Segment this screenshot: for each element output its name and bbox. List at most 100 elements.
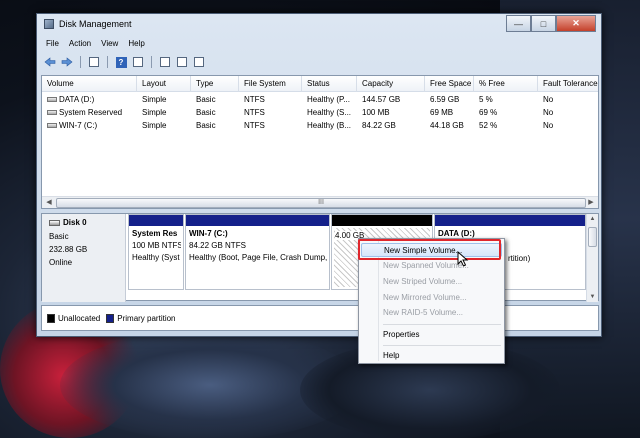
- title-bar[interactable]: Disk Management — □ ✕: [37, 14, 601, 34]
- properties-icon: [177, 57, 187, 67]
- menu-separator: [383, 324, 501, 325]
- column-header-volume[interactable]: Volume: [42, 76, 137, 92]
- vertical-scrollbar[interactable]: ▲ ▼: [586, 214, 598, 302]
- menu-item-new-striped-volume[interactable]: New Striped Volume...: [361, 275, 502, 289]
- free-space-cell: 6.59 GB: [430, 95, 460, 104]
- scroll-up-icon[interactable]: ▲: [587, 214, 598, 224]
- primary-partition-bar: [186, 215, 329, 226]
- minimize-button[interactable]: —: [506, 15, 531, 32]
- show-hide-console-tree-button[interactable]: [87, 56, 101, 69]
- file-system-cell: NTFS: [244, 95, 265, 104]
- free-space-cell: 44.18 GB: [430, 121, 464, 130]
- volume-list-header: Volume Layout Type File System Status Ca…: [42, 76, 598, 92]
- file-system-cell: NTFS: [244, 108, 265, 117]
- column-header-capacity[interactable]: Capacity: [357, 76, 425, 92]
- menu-help[interactable]: Help: [123, 38, 149, 52]
- menu-item-new-spanned-volume[interactable]: New Spanned Volume...: [361, 259, 502, 273]
- menu-item-new-raid5-volume[interactable]: New RAID-5 Volume...: [361, 306, 502, 320]
- menu-item-properties[interactable]: Properties: [361, 328, 502, 342]
- volume-name-cell: DATA (D:): [42, 93, 137, 106]
- drive-icon: [47, 97, 57, 103]
- volume-name-cell: WIN-7 (C:): [42, 119, 137, 132]
- mouse-cursor-icon: [457, 251, 469, 267]
- partition-system-reserved[interactable]: System Res 100 MB NTFS Healthy (Syst: [128, 214, 184, 290]
- arrow-left-icon: [44, 57, 56, 67]
- window-title: Disk Management: [59, 19, 132, 29]
- primary-partition-bar: [435, 215, 585, 226]
- scroll-right-icon[interactable]: ▶: [585, 198, 597, 208]
- toolbar-separator: [151, 56, 152, 68]
- column-header-fault-tolerance[interactable]: Fault Tolerance: [538, 76, 600, 92]
- horizontal-scrollbar[interactable]: ◀ III ▶: [42, 196, 598, 208]
- layout-cell: Simple: [142, 121, 167, 130]
- disk-name: Disk 0: [49, 218, 87, 227]
- scrollbar-thumb[interactable]: III: [56, 198, 586, 208]
- scroll-down-icon[interactable]: ▼: [587, 292, 598, 302]
- file-system-cell: NTFS: [244, 121, 265, 130]
- scrollbar-thumb[interactable]: [588, 227, 597, 247]
- partition-status: Healthy (Boot, Page File, Crash Dump,: [189, 253, 327, 262]
- console-tree-icon: [89, 57, 99, 67]
- free-space-cell: 69 MB: [430, 108, 454, 117]
- disk-management-window: Disk Management — □ ✕ File Action View H…: [36, 13, 602, 337]
- menu-separator: [383, 345, 501, 346]
- type-cell: Basic: [196, 121, 216, 130]
- properties-button[interactable]: [175, 56, 189, 69]
- menu-view[interactable]: View: [96, 38, 123, 52]
- disk-0-info[interactable]: Disk 0 Basic 232.88 GB Online: [42, 214, 126, 302]
- menu-bar: File Action View Help: [41, 38, 599, 52]
- arrow-right-icon: [61, 57, 73, 67]
- list-view-icon: [133, 57, 143, 67]
- partition-title: WIN-7 (C:): [189, 229, 228, 238]
- column-header-file-system[interactable]: File System: [239, 76, 302, 92]
- grid-icon: [194, 57, 204, 67]
- column-header-free-space[interactable]: Free Space: [425, 76, 474, 92]
- table-row[interactable]: DATA (D:) Simple Basic NTFS Healthy (P..…: [42, 93, 598, 106]
- partition-size: 84.22 GB NTFS: [189, 241, 246, 250]
- partition-title: DATA (D:): [438, 229, 475, 238]
- partition-title: System Res: [132, 229, 178, 238]
- partition-win7-c[interactable]: WIN-7 (C:) 84.22 GB NTFS Healthy (Boot, …: [185, 214, 330, 290]
- list-view-button[interactable]: [131, 56, 145, 69]
- document-icon: [160, 57, 170, 67]
- drive-icon: [47, 110, 57, 116]
- column-header-type[interactable]: Type: [191, 76, 239, 92]
- status-cell: Healthy (S...: [307, 108, 352, 117]
- percent-free-cell: 69 %: [479, 108, 498, 117]
- settings-button[interactable]: [192, 56, 206, 69]
- column-header-layout[interactable]: Layout: [137, 76, 191, 92]
- capacity-cell: 100 MB: [362, 108, 390, 117]
- capacity-cell: 84.22 GB: [362, 121, 396, 130]
- partition-status: Healthy (Syst: [132, 253, 180, 262]
- column-header-status[interactable]: Status: [302, 76, 357, 92]
- table-row[interactable]: System Reserved Simple Basic NTFS Health…: [42, 106, 598, 119]
- scroll-left-icon[interactable]: ◀: [43, 198, 55, 208]
- menu-file[interactable]: File: [41, 38, 64, 52]
- status-cell: Healthy (P...: [307, 95, 350, 104]
- maximize-button[interactable]: □: [531, 15, 556, 32]
- menu-item-new-mirrored-volume[interactable]: New Mirrored Volume...: [361, 291, 502, 305]
- percent-free-cell: 52 %: [479, 121, 498, 130]
- help-button[interactable]: ?: [114, 56, 128, 69]
- drive-icon: [47, 123, 57, 129]
- forward-button[interactable]: [60, 56, 74, 69]
- legend-primary-partition: Primary partition: [106, 313, 176, 323]
- fault-tolerance-cell: No: [543, 121, 554, 130]
- legend-swatch-unallocated: [47, 313, 55, 323]
- unallocated-partition-bar: [332, 215, 432, 226]
- table-row[interactable]: WIN-7 (C:) Simple Basic NTFS Healthy (B.…: [42, 119, 598, 132]
- disk-size: 232.88 GB: [49, 245, 88, 254]
- capacity-cell: 144.57 GB: [362, 95, 401, 104]
- menu-action[interactable]: Action: [64, 38, 96, 52]
- close-button[interactable]: ✕: [556, 15, 596, 32]
- type-cell: Basic: [196, 95, 216, 104]
- menu-item-help[interactable]: Help: [361, 349, 502, 363]
- rescan-button[interactable]: [158, 56, 172, 69]
- legend-unallocated: Unallocated: [47, 313, 100, 323]
- disk-map: Disk 0 Basic 232.88 GB Online System Res…: [41, 213, 599, 302]
- column-header-percent-free[interactable]: % Free: [474, 76, 538, 92]
- fault-tolerance-cell: No: [543, 95, 554, 104]
- disk-status: Online: [49, 258, 73, 267]
- back-button[interactable]: [43, 56, 57, 69]
- type-cell: Basic: [196, 108, 216, 117]
